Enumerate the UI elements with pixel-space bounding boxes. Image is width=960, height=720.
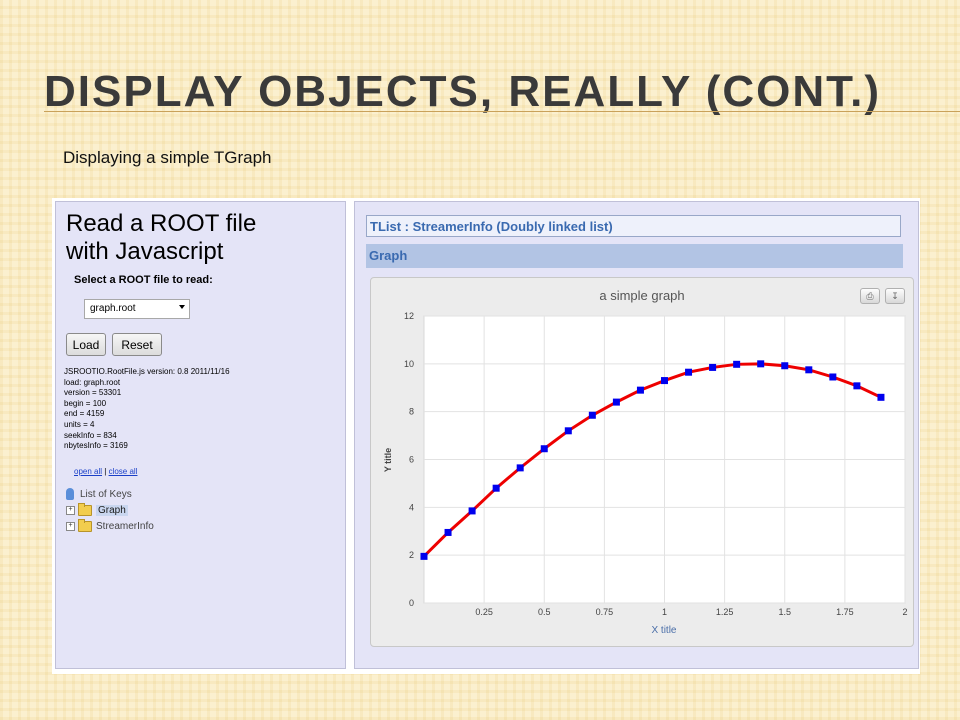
info-line: load: graph.root [64, 377, 121, 387]
select-file-label: Select a ROOT file to read: [74, 274, 213, 286]
y-axis-label: Y title [383, 448, 393, 472]
open-all-link[interactable]: open all [74, 467, 102, 476]
app-title: Read a ROOT file with Javascript [66, 210, 256, 266]
y-tick-label: 8 [409, 407, 414, 417]
tree-links: open all | close all [74, 467, 137, 476]
x-tick-label: 1.75 [836, 607, 854, 617]
y-tick-label: 2 [409, 550, 414, 560]
tree-root-label: List of Keys [80, 488, 132, 500]
info-line: JSROOTIO.RootFile.js version: 0.8 2011/1… [64, 367, 230, 376]
folder-icon [78, 502, 92, 516]
data-point [492, 484, 500, 492]
data-point [588, 411, 596, 419]
info-line: seekInfo = 834 [64, 430, 117, 440]
info-line: begin = 100 [64, 398, 107, 408]
data-point [661, 377, 668, 385]
data-point [540, 445, 548, 453]
info-line: version = 53301 [64, 388, 122, 398]
x-tick-label: 0.75 [596, 607, 614, 617]
x-tick-label: 0.25 [475, 607, 493, 617]
x-tick-label: 0.5 [538, 607, 551, 617]
tree-root[interactable]: List of Keys [66, 486, 154, 502]
slide-title: DISPLAY OBJECTS, REALLY (CONT.) [44, 67, 882, 116]
data-point [444, 528, 452, 536]
keys-tree: List of Keys + Graph + StreamerInfo [66, 486, 154, 534]
download-icon[interactable]: ↧ [885, 288, 905, 304]
data-point [781, 362, 789, 370]
file-browser-panel: Read a ROOT file with Javascript Select … [55, 201, 346, 669]
data-point [877, 393, 885, 401]
chart-svg: 0.25 0.5 0.75 1 1.25 1.5 1.75 2 0 2 4 6 8 10 12 a simpl… [383, 288, 908, 636]
file-icon [66, 488, 74, 500]
expand-icon[interactable]: + [66, 521, 75, 531]
tlist-header[interactable]: TList : StreamerInfo (Doubly linked list… [366, 215, 901, 237]
x-tick-label: 1 [662, 607, 667, 617]
data-point [685, 368, 693, 376]
expand-icon[interactable]: + [66, 505, 75, 515]
y-tick-label: 4 [409, 502, 414, 512]
info-line: units = 4 [64, 419, 95, 429]
tree-item-label: StreamerInfo [96, 520, 154, 532]
x-tick-label: 2 [902, 607, 907, 617]
data-point [516, 464, 524, 472]
x-axis-label: X title [651, 625, 676, 636]
data-point [468, 507, 476, 515]
browser-screenshot: Read a ROOT file with Javascript Select … [52, 198, 920, 674]
dropdown-arrow-icon [179, 305, 185, 309]
link-separator: | [104, 467, 107, 476]
load-button[interactable]: Load [66, 333, 106, 356]
close-all-link[interactable]: close all [109, 467, 138, 476]
data-point [805, 366, 813, 374]
data-point [829, 373, 837, 381]
data-point [612, 398, 620, 406]
data-point [733, 360, 741, 368]
tree-item-streamerinfo[interactable]: + StreamerInfo [66, 518, 154, 534]
y-tick-label: 0 [409, 598, 414, 608]
tree-item-label: Graph [96, 504, 128, 516]
data-point [757, 360, 765, 368]
data-point [709, 363, 717, 371]
reset-button[interactable]: Reset [112, 333, 162, 356]
folder-icon [78, 518, 92, 532]
slide-subtitle: Displaying a simple TGraph [63, 148, 272, 167]
y-tick-label: 10 [404, 359, 414, 369]
title-rule [44, 111, 960, 112]
info-line: nbytesInfo = 3169 [64, 441, 128, 451]
data-point [636, 386, 644, 394]
object-display-panel: TList : StreamerInfo (Doubly linked list… [354, 201, 919, 669]
data-point [420, 552, 428, 560]
file-select-value: graph.root [90, 303, 136, 314]
data-point [853, 382, 861, 390]
data-point [564, 427, 572, 435]
app-title-line2: with Javascript [66, 238, 224, 265]
print-icon[interactable]: ⎙ [860, 288, 880, 304]
x-tick-label: 1.5 [778, 607, 791, 617]
graph-header[interactable]: Graph [366, 244, 903, 268]
tree-item-graph[interactable]: + Graph [66, 502, 154, 518]
file-select[interactable]: graph.root [84, 299, 190, 319]
app-title-line1: Read a ROOT file [66, 210, 257, 237]
y-tick-label: 6 [409, 455, 414, 465]
info-line: end = 4159 [64, 409, 105, 419]
y-tick-label: 12 [404, 311, 414, 321]
graph-frame: ⎙ ↧ 0.25 0.5 0.75 1 1.25 1.5 1.75 2 0 2 4 6 8 10 12 a s… [370, 277, 914, 647]
chart-title: a simple graph [599, 288, 684, 303]
x-tick-label: 1.25 [716, 607, 734, 617]
file-info: JSROOTIO.RootFile.js version: 0.8 2011/1… [64, 367, 230, 452]
